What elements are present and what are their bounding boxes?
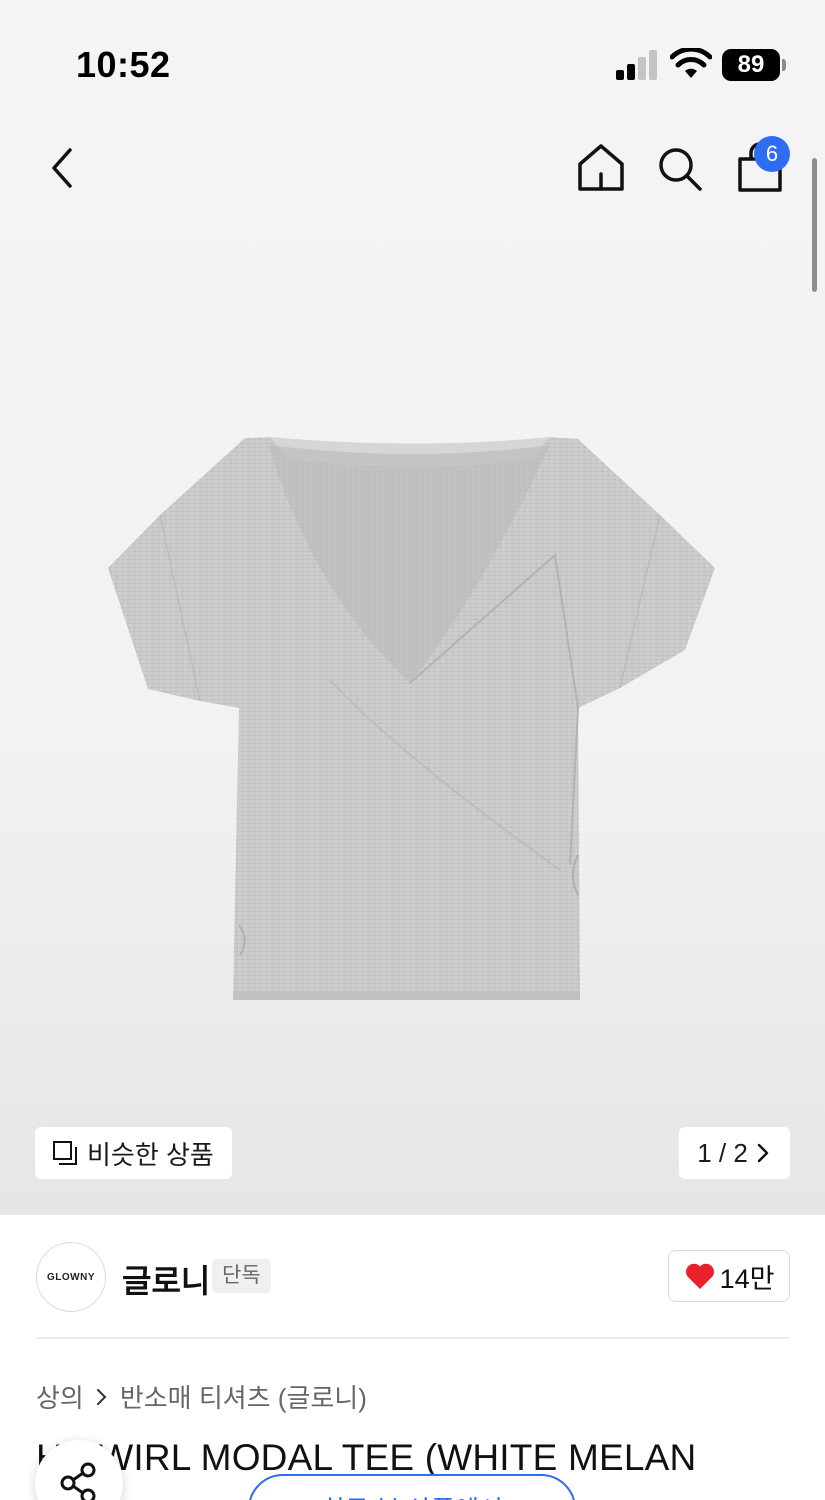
status-bar: 10:52 89	[0, 0, 825, 120]
brand-logo[interactable]: GLOWNY	[36, 1242, 106, 1312]
similar-products-button[interactable]: 비슷한 상품	[35, 1127, 232, 1179]
divider	[36, 1337, 790, 1339]
cart-count-badge: 6	[754, 136, 790, 172]
back-button[interactable]	[38, 140, 88, 196]
chevron-right-icon	[757, 1143, 768, 1163]
home-icon	[578, 144, 624, 191]
like-button[interactable]: 14만	[668, 1250, 790, 1302]
recently-viewed-button[interactable]: 최근 본 상품에서	[248, 1474, 576, 1500]
image-pager-label: 1 / 2	[697, 1137, 748, 1168]
share-icon	[60, 1462, 96, 1500]
search-button[interactable]	[654, 140, 706, 196]
cellular-signal-icon	[616, 50, 657, 80]
like-count: 14만	[719, 1263, 775, 1294]
recently-viewed-label: 최근 본 상품에서	[321, 1490, 503, 1500]
brand-name[interactable]: 글로니	[122, 1256, 210, 1302]
similar-items-icon	[53, 1141, 77, 1165]
status-time: 10:52	[76, 44, 171, 85]
chevron-right-icon	[96, 1388, 107, 1405]
similar-products-label: 비슷한 상품	[87, 1139, 214, 1170]
product-image-tshirt	[108, 437, 715, 1000]
battery-level: 89	[722, 49, 780, 81]
heart-icon	[685, 1263, 714, 1289]
home-button[interactable]	[574, 140, 628, 196]
battery-icon: 89	[722, 49, 786, 81]
scroll-indicator	[812, 158, 817, 292]
chevron-left-icon	[52, 148, 72, 188]
exclusive-badge: 단독	[212, 1259, 271, 1293]
search-icon	[659, 148, 702, 191]
product-title: H SWIRL MODAL TEE (WHITE MELAN	[36, 1437, 697, 1478]
breadcrumb-subcategory[interactable]: 반소매 티셔츠 (글로니)	[120, 1378, 367, 1415]
breadcrumb-category[interactable]: 상의	[36, 1378, 84, 1415]
breadcrumb: 상의 반소매 티셔츠 (글로니)	[36, 1378, 367, 1415]
product-image-gallery[interactable]: 10:52 89 6 비슷한 상품 1 / 2	[0, 0, 825, 1215]
wifi-icon	[670, 48, 712, 78]
image-pager[interactable]: 1 / 2	[679, 1127, 790, 1179]
brand-logo-text: GLOWNY	[47, 1271, 95, 1283]
